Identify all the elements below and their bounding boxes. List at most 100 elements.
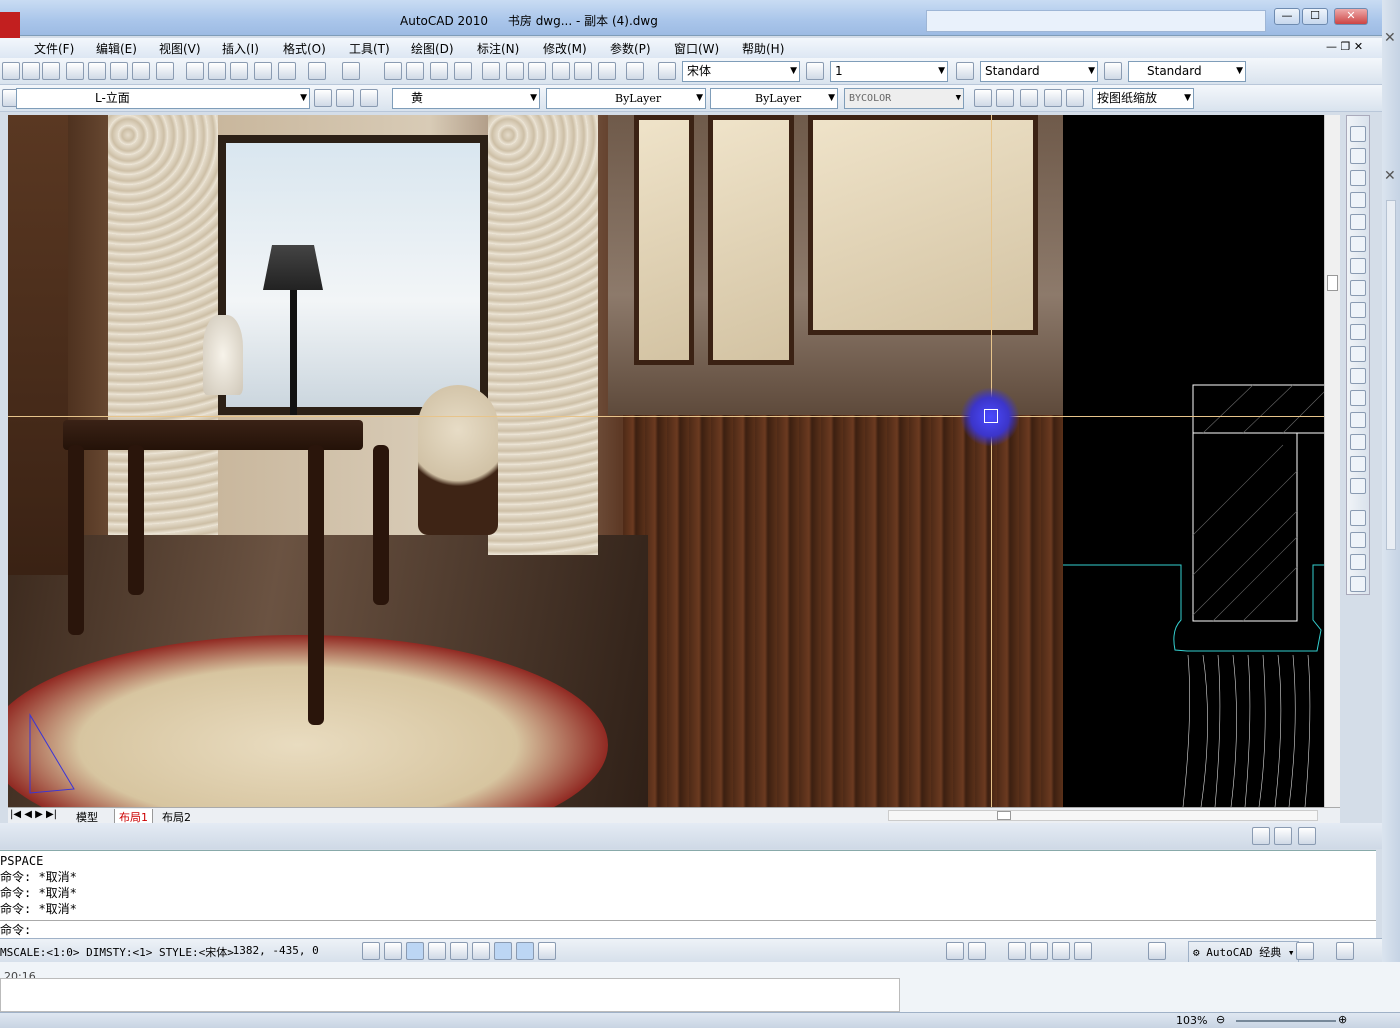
dim-style-combo[interactable]: Standard ▼ xyxy=(980,61,1098,82)
scale-icon[interactable] xyxy=(1350,280,1366,296)
annotation-visibility-icon[interactable] xyxy=(1252,827,1270,845)
dim-scale-combo[interactable]: 1 ▼ xyxy=(830,61,948,82)
doc-controls[interactable]: — ❐ ✕ xyxy=(1326,40,1363,53)
cut-icon[interactable] xyxy=(156,62,174,80)
table-style-icon[interactable] xyxy=(956,62,974,80)
menu-insert[interactable]: 插入(I) xyxy=(222,40,259,57)
zoom-out-icon[interactable]: ⊖ xyxy=(1216,1013,1225,1026)
steering-wheel-icon[interactable] xyxy=(1052,942,1070,960)
menu-tools[interactable]: 工具(T) xyxy=(349,40,390,57)
text-style-combo[interactable]: 宋体 ▼ xyxy=(682,61,800,82)
infocenter-search[interactable] xyxy=(926,10,1266,32)
draworder-above-icon[interactable] xyxy=(1350,554,1366,570)
polar-icon[interactable] xyxy=(428,942,446,960)
dim-style-icon[interactable] xyxy=(806,62,824,80)
redo-icon[interactable] xyxy=(342,62,360,80)
ortho-icon[interactable] xyxy=(406,942,424,960)
snap-icon[interactable] xyxy=(362,942,380,960)
menu-window[interactable]: 窗口(W) xyxy=(674,40,719,57)
otrack-icon[interactable] xyxy=(472,942,490,960)
layer-states-icon[interactable] xyxy=(360,89,378,107)
text-style-icon[interactable] xyxy=(658,62,676,80)
viewport-scale-combo[interactable]: 按图纸缩放 ▼ xyxy=(1092,88,1194,109)
brush-icon[interactable] xyxy=(278,62,296,80)
chamfer-icon[interactable] xyxy=(1350,434,1366,450)
menu-help[interactable]: 帮助(H) xyxy=(742,40,784,57)
array-icon[interactable] xyxy=(1350,214,1366,230)
menu-parametric[interactable]: 参数(P) xyxy=(610,40,651,57)
vertical-scrollbar[interactable] xyxy=(1324,115,1340,807)
workspace-icon[interactable] xyxy=(1298,827,1316,845)
menu-modify[interactable]: 修改(M) xyxy=(543,40,587,57)
close-button[interactable]: ✕ xyxy=(1334,8,1368,25)
menu-dimension[interactable]: 标注(N) xyxy=(477,40,519,57)
clean-screen-icon[interactable] xyxy=(1336,942,1354,960)
break-icon[interactable] xyxy=(1350,368,1366,384)
preview-icon[interactable] xyxy=(88,62,106,80)
maximize-button[interactable]: ☐ xyxy=(1302,8,1328,25)
menu-format[interactable]: 格式(O) xyxy=(283,40,326,57)
offset-icon[interactable] xyxy=(1350,192,1366,208)
markup-icon[interactable] xyxy=(574,62,592,80)
zoom-previous-icon[interactable] xyxy=(454,62,472,80)
hscroll-thumb[interactable] xyxy=(997,811,1011,820)
folder-icon[interactable] xyxy=(22,62,40,80)
trim-icon[interactable] xyxy=(1350,324,1366,340)
workspace-switch[interactable]: ⚙ AutoCAD 经典 ▾ xyxy=(1188,941,1300,963)
vport-polygon-icon[interactable] xyxy=(1020,89,1038,107)
sheet-set-icon[interactable] xyxy=(552,62,570,80)
save-icon[interactable] xyxy=(42,62,60,80)
zoom-window-icon[interactable] xyxy=(430,62,448,80)
tab-nav-arrows[interactable]: |◀ ◀ ▶ ▶| xyxy=(10,809,57,820)
zoom-slider[interactable] xyxy=(1236,1020,1336,1022)
pan-status-icon[interactable] xyxy=(1008,942,1026,960)
model-space-icon[interactable] xyxy=(946,942,964,960)
draworder-under-icon[interactable] xyxy=(1350,576,1366,592)
grid-icon[interactable] xyxy=(384,942,402,960)
close-icon[interactable]: ✕ xyxy=(1384,168,1396,184)
break-at-point-icon[interactable] xyxy=(1350,390,1366,406)
scroll-thumb[interactable] xyxy=(1327,275,1338,291)
properties-icon[interactable] xyxy=(482,62,500,80)
dyn-icon[interactable] xyxy=(516,942,534,960)
move-icon[interactable] xyxy=(1350,236,1366,252)
showmotion-icon[interactable] xyxy=(1074,942,1092,960)
layer-make-current-icon[interactable] xyxy=(314,89,332,107)
vport-clip-icon[interactable] xyxy=(1066,89,1084,107)
close-icon[interactable]: ✕ xyxy=(1384,30,1396,46)
annotation-autoscale-icon[interactable] xyxy=(1274,827,1292,845)
zoom-realtime-icon[interactable] xyxy=(406,62,424,80)
publish-icon[interactable] xyxy=(110,62,128,80)
maximize-viewport-icon[interactable] xyxy=(1148,942,1166,960)
vport-single-icon[interactable] xyxy=(996,89,1014,107)
mirror-icon[interactable] xyxy=(1350,170,1366,186)
stretch-icon[interactable] xyxy=(1350,302,1366,318)
pan-icon[interactable] xyxy=(384,62,402,80)
menu-view[interactable]: 视图(V) xyxy=(159,40,201,57)
vport-display-icon[interactable] xyxy=(974,89,992,107)
vport-object-icon[interactable] xyxy=(1044,89,1062,107)
open-icon[interactable] xyxy=(2,62,20,80)
osnap-icon[interactable] xyxy=(450,942,468,960)
copy-object-icon[interactable] xyxy=(1350,148,1366,164)
linetype-combo[interactable]: ByLayer ▼ xyxy=(546,88,706,109)
design-center-icon[interactable] xyxy=(506,62,524,80)
tool-palettes-icon[interactable] xyxy=(528,62,546,80)
ducs-icon[interactable] xyxy=(494,942,512,960)
block-icon[interactable] xyxy=(254,62,272,80)
match-properties-icon[interactable] xyxy=(230,62,248,80)
help-icon[interactable] xyxy=(626,62,644,80)
menu-edit[interactable]: 编辑(E) xyxy=(96,40,137,57)
menu-file[interactable]: 文件(F) xyxy=(34,40,74,57)
layer-combo[interactable]: L-立面 ▼ xyxy=(16,88,310,109)
join-icon[interactable] xyxy=(1350,412,1366,428)
menu-draw[interactable]: 绘图(D) xyxy=(411,40,454,57)
color-combo[interactable]: 黄 ▼ xyxy=(392,88,540,109)
lock-icon[interactable] xyxy=(1296,942,1314,960)
horizontal-scrollbar[interactable] xyxy=(888,810,1318,821)
calculator-icon[interactable] xyxy=(598,62,616,80)
minimize-button[interactable]: — xyxy=(1274,8,1300,25)
copy-icon[interactable] xyxy=(186,62,204,80)
layout-icon[interactable] xyxy=(968,942,986,960)
lineweight-combo[interactable]: ByLayer ▼ xyxy=(710,88,838,109)
